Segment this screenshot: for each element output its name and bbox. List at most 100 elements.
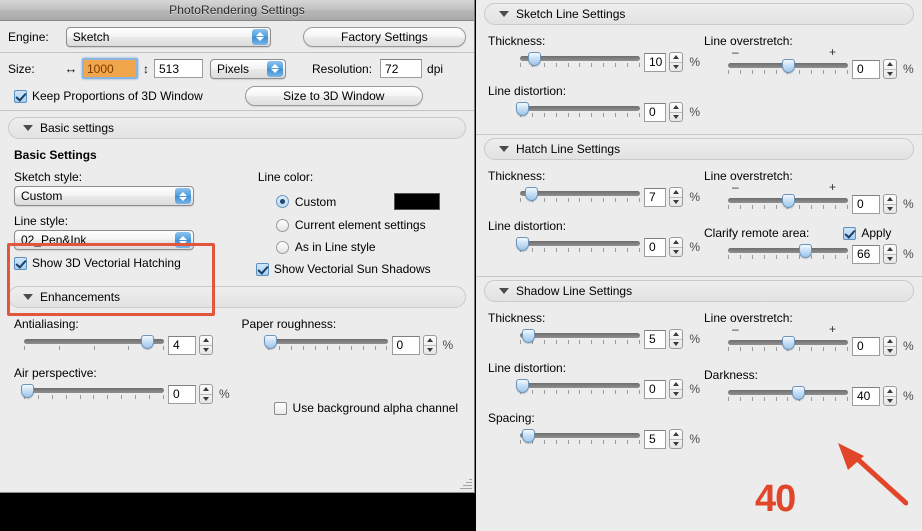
air-perspective-input[interactable]: 0 [168, 384, 196, 404]
hatch-distortion-stepper[interactable] [669, 237, 684, 257]
size-height-input[interactable]: 513 [154, 59, 203, 78]
slider-knob[interactable] [798, 244, 812, 258]
shadow-spacing-input[interactable]: 5 [644, 429, 667, 449]
sketch-distortion-stepper[interactable] [669, 102, 684, 122]
stepper-down[interactable] [670, 340, 682, 349]
sketch-thickness-input[interactable]: 10 [644, 52, 667, 72]
antialiasing-slider[interactable] [24, 334, 164, 356]
stepper-up[interactable] [884, 337, 896, 347]
stepper-down[interactable] [670, 440, 682, 449]
shadow-line-settings-header[interactable]: Shadow Line Settings [484, 280, 914, 302]
stepper-down[interactable] [884, 347, 896, 356]
slider-knob[interactable] [782, 59, 795, 73]
use-background-alpha-channel-checkbox[interactable] [273, 401, 287, 415]
hatch-thickness-input[interactable]: 7 [644, 187, 667, 207]
resolution-input[interactable]: 72 [380, 59, 423, 78]
stepper-down[interactable] [200, 346, 212, 355]
stepper-up[interactable] [670, 330, 683, 340]
stepper-up[interactable] [423, 336, 436, 346]
slider-knob[interactable] [524, 187, 538, 201]
paper-roughness-slider[interactable] [263, 334, 388, 356]
air-perspective-slider[interactable] [20, 383, 164, 405]
stepper-up[interactable] [670, 188, 683, 198]
stepper-down[interactable] [670, 113, 682, 122]
hatch-overstretch-input[interactable]: 0 [852, 194, 880, 214]
stepper-down[interactable] [670, 390, 682, 399]
darkness-stepper[interactable] [883, 386, 897, 406]
shadow-spacing-slider[interactable] [520, 428, 640, 450]
paper-roughness-input[interactable]: 0 [391, 335, 420, 355]
hatch-thickness-slider[interactable] [520, 186, 640, 208]
shadow-distortion-slider[interactable] [516, 378, 640, 400]
darkness-slider[interactable] [728, 385, 848, 407]
shadow-overstretch-input[interactable]: 0 [852, 336, 880, 356]
window-resize-grip[interactable] [459, 477, 473, 491]
stepper-up[interactable] [670, 380, 683, 390]
basic-settings-group-header[interactable]: Basic settings [8, 117, 466, 139]
shadow-overstretch-slider[interactable] [728, 335, 848, 357]
hatch-distortion-slider[interactable] [516, 236, 640, 258]
clarify-apply-checkbox[interactable] [843, 226, 857, 240]
shadow-distortion-stepper[interactable] [669, 379, 684, 399]
shadow-distortion-input[interactable]: 0 [644, 379, 667, 399]
stepper-up[interactable] [200, 385, 212, 395]
stepper-up[interactable] [670, 53, 683, 63]
stepper-down[interactable] [670, 63, 682, 72]
sketch-distortion-slider[interactable] [516, 101, 640, 123]
shadow-thickness-stepper[interactable] [669, 329, 684, 349]
factory-settings-button[interactable]: Factory Settings [302, 26, 466, 47]
darkness-input[interactable]: 40 [852, 386, 880, 406]
clarify-remote-area-stepper[interactable] [883, 244, 897, 264]
sketch-overstretch-slider[interactable] [728, 58, 848, 80]
sketch-line-settings-header[interactable]: Sketch Line Settings [484, 3, 914, 25]
line-style-select[interactable]: 02_Pen&Ink [14, 230, 194, 250]
stepper-down[interactable] [670, 248, 682, 257]
slider-knob[interactable] [782, 194, 795, 208]
hatch-line-settings-header[interactable]: Hatch Line Settings [484, 138, 914, 160]
slider-knob[interactable] [782, 336, 795, 350]
shadow-thickness-slider[interactable] [520, 328, 640, 350]
clarify-remote-area-input[interactable]: 66 [852, 244, 880, 264]
stepper-up[interactable] [884, 195, 896, 205]
stepper-up[interactable] [884, 60, 896, 70]
stepper-down[interactable] [884, 70, 896, 79]
stepper-up[interactable] [670, 430, 683, 440]
line-color-swatch[interactable] [394, 193, 441, 210]
radio-as-in-line-style[interactable] [275, 240, 289, 254]
stepper-down[interactable] [424, 346, 436, 355]
show-vectorial-sun-shadows-checkbox[interactable] [255, 262, 269, 276]
stepper-up[interactable] [884, 387, 896, 397]
size-width-input[interactable]: 1000 [82, 58, 138, 79]
sketch-style-select[interactable]: Custom [14, 186, 194, 206]
hatch-overstretch-stepper[interactable] [883, 194, 897, 214]
shadow-spacing-stepper[interactable] [669, 429, 684, 449]
stepper-down[interactable] [200, 395, 212, 404]
size-unit-select[interactable]: Pixels [210, 58, 286, 79]
stepper-down[interactable] [884, 397, 896, 406]
hatch-distortion-input[interactable]: 0 [644, 237, 667, 257]
keep-proportions-checkbox[interactable] [14, 89, 27, 103]
stepper-up[interactable] [884, 245, 896, 255]
antialiasing-stepper[interactable] [199, 335, 213, 355]
stepper-down[interactable] [884, 255, 896, 264]
stepper-up[interactable] [200, 336, 212, 346]
slider-knob[interactable] [20, 384, 34, 398]
stepper-down[interactable] [670, 198, 682, 207]
air-perspective-stepper[interactable] [199, 384, 213, 404]
hatch-thickness-stepper[interactable] [669, 187, 684, 207]
stepper-up[interactable] [670, 103, 683, 113]
window-titlebar[interactable]: PhotoRendering Settings [0, 0, 474, 21]
sketch-overstretch-input[interactable]: 0 [852, 59, 880, 79]
sketch-distortion-input[interactable]: 0 [644, 102, 667, 122]
hatch-overstretch-slider[interactable] [728, 193, 848, 215]
shadow-overstretch-stepper[interactable] [883, 336, 897, 356]
stepper-up[interactable] [670, 238, 683, 248]
radio-line-color-custom[interactable] [275, 195, 289, 208]
radio-current-element-settings[interactable] [275, 218, 289, 232]
sketch-thickness-stepper[interactable] [669, 52, 684, 72]
antialiasing-input[interactable]: 4 [168, 335, 196, 355]
show-3d-vectorial-hatching-checkbox[interactable] [14, 256, 27, 270]
clarify-remote-area-slider[interactable] [728, 243, 848, 265]
enhancements-group-header[interactable]: Enhancements [8, 286, 466, 308]
paper-roughness-stepper[interactable] [422, 335, 437, 355]
